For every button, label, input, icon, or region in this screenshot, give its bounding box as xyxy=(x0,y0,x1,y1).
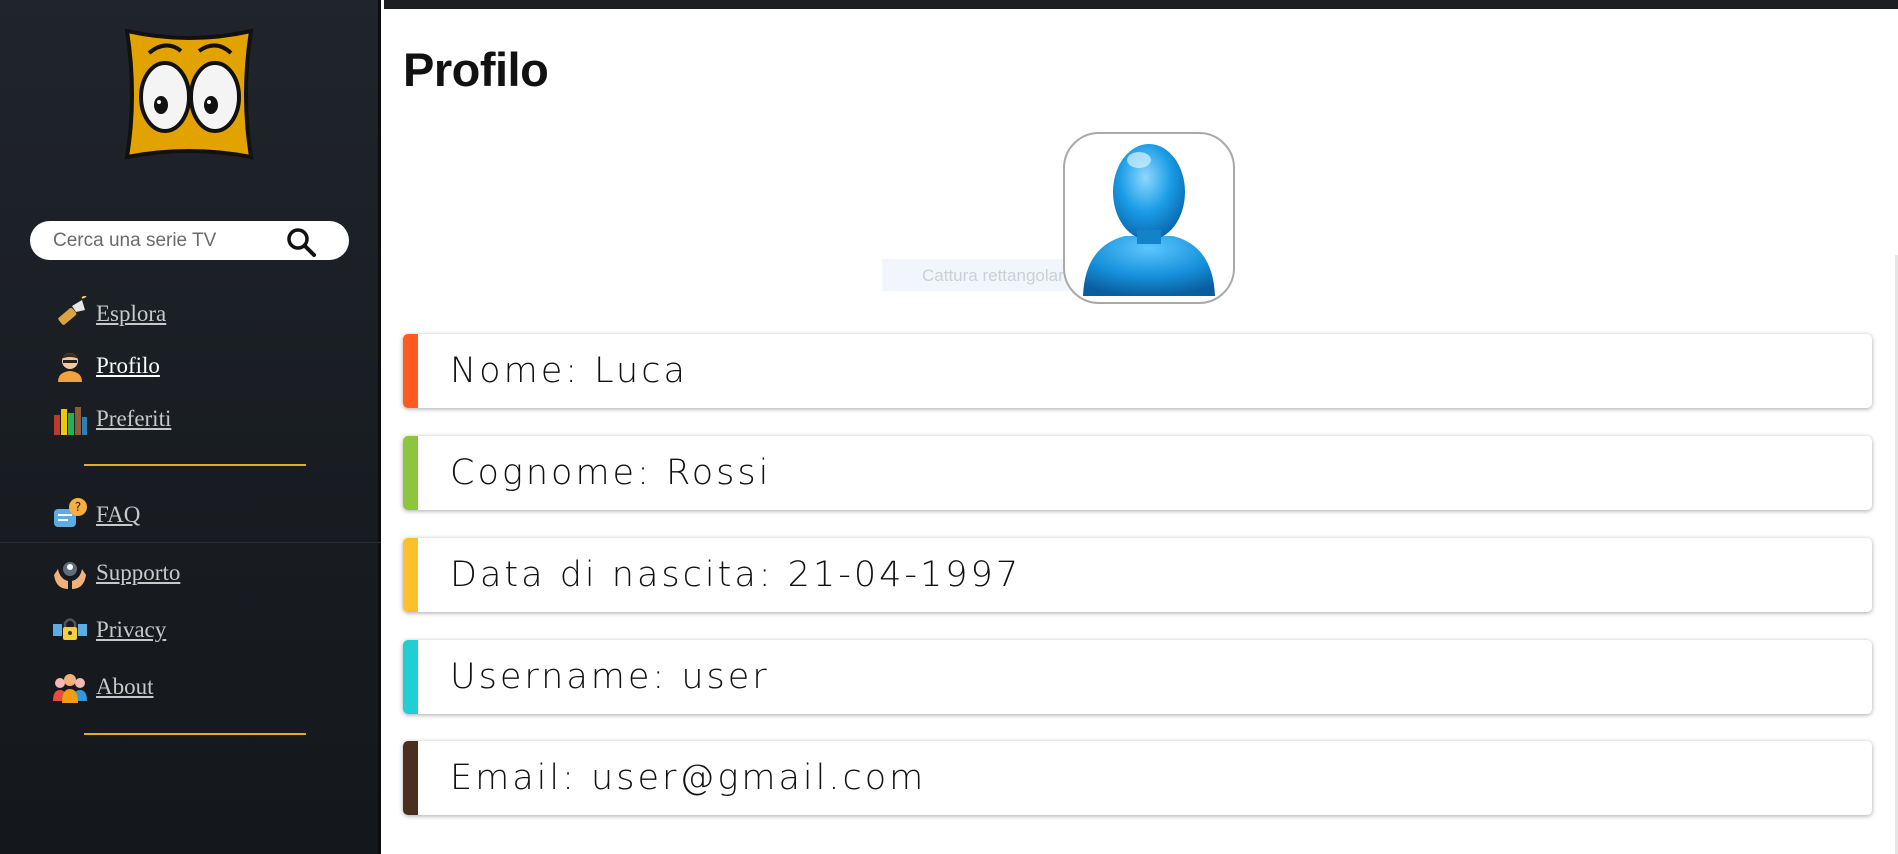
nav-about[interactable]: About xyxy=(52,669,154,705)
divider xyxy=(84,464,306,466)
search-input[interactable] xyxy=(53,221,293,260)
field-card-cognome: Cognome: Rossi xyxy=(403,436,1872,510)
nav-label: FAQ xyxy=(96,502,141,527)
nav-preferiti[interactable]: Preferiti xyxy=(52,401,171,437)
nav-faq[interactable]: ? FAQ xyxy=(52,497,140,533)
nav-profilo[interactable]: Profilo xyxy=(52,348,160,384)
divider xyxy=(84,733,306,735)
field-card-username: Username: user xyxy=(403,640,1872,714)
faq-chat-icon: ? xyxy=(52,497,88,533)
capture-tooltip: Cattura rettangolare xyxy=(882,259,1087,291)
nav-supporto[interactable]: Supporto xyxy=(52,555,180,591)
nav-label: Privacy xyxy=(96,617,167,642)
user-avatar-icon xyxy=(52,348,88,384)
field-card-nome: Nome: Luca xyxy=(403,334,1872,408)
flashlight-icon xyxy=(52,295,88,332)
nav-label: About xyxy=(96,674,154,699)
cartoon-eyes-logo-icon xyxy=(124,28,254,160)
nav-label: Profilo xyxy=(96,353,160,378)
profile-avatar[interactable] xyxy=(1063,132,1235,304)
divider xyxy=(0,542,381,543)
field-username: Username: user xyxy=(450,657,770,697)
default-user-avatar-icon xyxy=(1083,144,1215,296)
page-title: Profilo xyxy=(403,43,549,96)
field-nome: Nome: Luca xyxy=(450,351,688,391)
nav-esplora[interactable]: Esplora xyxy=(52,295,167,332)
search-icon[interactable] xyxy=(286,227,316,257)
card-accent xyxy=(403,741,418,815)
field-cognome: Cognome: Rossi xyxy=(450,453,772,493)
card-accent xyxy=(403,538,418,612)
books-icon xyxy=(52,401,88,437)
card-accent xyxy=(403,334,418,408)
svg-text:?: ? xyxy=(75,500,81,514)
support-hands-icon xyxy=(52,555,88,591)
search-bar xyxy=(30,221,349,260)
team-icon xyxy=(52,669,88,705)
field-data-nascita: Data di nascita: 21-04-1997 xyxy=(450,555,1022,595)
nav-label: Supporto xyxy=(96,560,181,585)
card-accent xyxy=(403,436,418,510)
field-email: Email: user@gmail.com xyxy=(450,758,927,798)
nav-label: Esplora xyxy=(96,301,167,326)
field-card-data-nascita: Data di nascita: 21-04-1997 xyxy=(403,538,1872,612)
privacy-lock-icon xyxy=(52,612,88,648)
nav-label: Preferiti xyxy=(96,406,172,431)
sidebar: Esplora Profilo Preferiti xyxy=(0,0,381,854)
logo[interactable] xyxy=(121,27,257,163)
nav-privacy[interactable]: Privacy xyxy=(52,612,166,648)
top-bar xyxy=(384,0,1898,9)
tooltip-text: Cattura rettangolare xyxy=(922,266,1074,285)
field-card-email: Email: user@gmail.com xyxy=(403,741,1872,815)
card-accent xyxy=(403,640,418,714)
